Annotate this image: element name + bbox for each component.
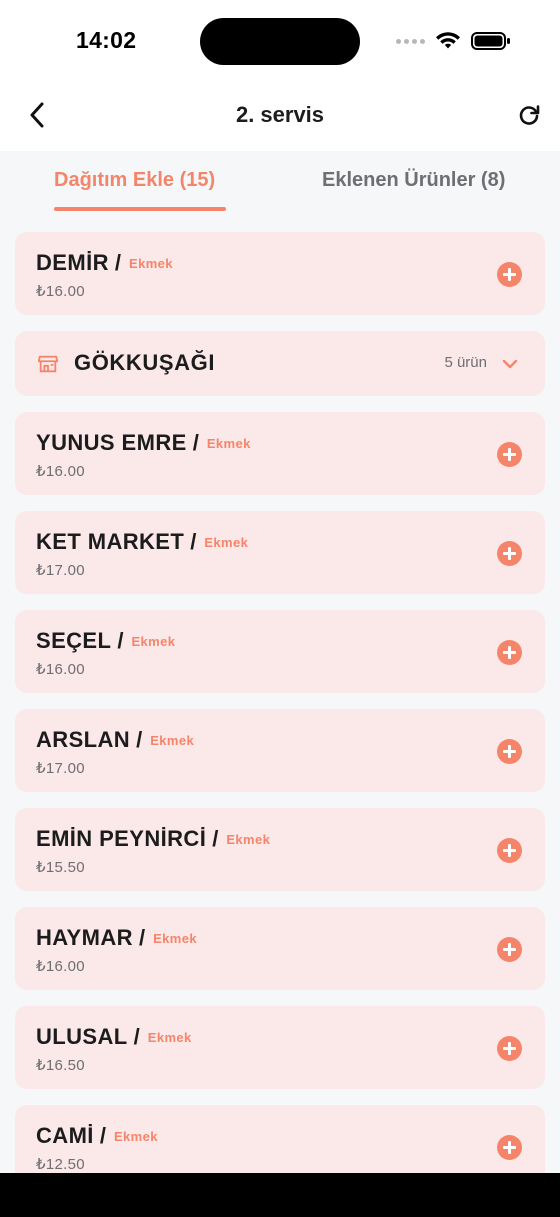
list-item[interactable]: ARSLAN / Ekmek ₺17.00 [15,709,545,792]
add-circle-icon[interactable] [497,739,522,764]
list-item[interactable]: DEMİR / Ekmek ₺16.00 [15,232,545,315]
battery-icon [471,32,510,50]
refresh-button[interactable] [514,99,544,131]
list-item[interactable]: SEÇEL / Ekmek ₺16.00 [15,610,545,693]
status-time: 14:02 [76,27,137,53]
page-title: 2. servis [235,102,325,127]
name-separator: / [117,628,124,653]
name-separator: / [192,430,199,455]
category-label: Ekmek [113,1129,158,1144]
customer-name: KET MARKET [36,529,185,554]
category-label: Ekmek [226,832,271,847]
category-label: Ekmek [129,256,173,271]
category-label: Ekmek [204,535,249,550]
add-circle-icon[interactable] [497,262,522,287]
list-item[interactable]: EMİN PEYNİRCİ / Ekmek ₺15.50 [15,808,545,891]
price-label: ₺16.00 [36,661,85,678]
category-label: Ekmek [150,733,195,748]
category-label: Ekmek [147,1030,192,1045]
navigation-bar: 2. servis [0,84,560,151]
group-name: GÖKKUŞAĞI [74,350,216,375]
tab-add-distribution[interactable]: Dağıtım Ekle (15) [54,169,215,192]
customer-name: SEÇEL [36,628,112,653]
price-label: ₺16.50 [36,1057,85,1074]
customer-name: CAMİ [36,1123,94,1148]
customer-name: DEMİR [36,250,109,275]
add-circle-icon[interactable] [497,838,522,863]
dynamic-island [200,18,360,65]
tab-bar: Dağıtım Ekle (15) Eklenen Ürünler (8) [0,151,560,213]
category-label: Ekmek [206,436,251,451]
category-label: Ekmek [131,634,176,649]
group-count: 5 ürün [444,354,487,371]
customer-list: DEMİR / Ekmek ₺16.00 GÖKKUŞAĞI 5 ürün YU… [15,232,545,1204]
status-bar: 14:02 [0,0,560,84]
active-tab-indicator [54,207,226,211]
name-separator: / [99,1123,106,1148]
name-separator: / [212,826,219,851]
price-label: ₺12.50 [36,1156,85,1173]
group-item-gokkusagi[interactable]: GÖKKUŞAĞI 5 ürün [15,331,545,396]
wifi-icon [436,32,460,49]
list-item[interactable]: ULUSAL / Ekmek ₺16.50 [15,1006,545,1089]
name-separator: / [114,250,122,275]
home-indicator-bar [0,1173,560,1217]
price-label: ₺16.00 [36,283,85,300]
price-label: ₺15.50 [36,859,85,876]
name-separator: / [138,925,146,950]
status-icons [396,30,511,52]
customer-name: ULUSAL [36,1024,128,1049]
name-separator: / [133,1024,140,1049]
customer-name: ARSLAN [36,727,131,752]
add-circle-icon[interactable] [497,1036,522,1061]
add-circle-icon[interactable] [497,541,522,566]
add-circle-icon[interactable] [497,937,522,962]
add-circle-icon[interactable] [497,640,522,665]
customer-name: YUNUS EMRE [36,430,187,455]
price-label: ₺17.00 [36,760,85,777]
app-screen: 14:02 2. servis Dağıtım Ekle (15) Eklene… [0,0,560,1217]
store-icon [37,355,59,373]
list-item[interactable]: KET MARKET / Ekmek ₺17.00 [15,511,545,594]
name-separator: / [136,727,143,752]
add-circle-icon[interactable] [497,442,522,467]
list-item[interactable]: YUNUS EMRE / Ekmek ₺16.00 [15,412,545,495]
list-item[interactable]: HAYMAR / Ekmek ₺16.00 [15,907,545,990]
customer-name: HAYMAR [36,925,133,950]
tab-added-products[interactable]: Eklenen Ürünler (8) [322,169,505,192]
name-separator: / [190,529,197,554]
chevron-down-icon [502,359,518,369]
add-circle-icon[interactable] [497,1135,522,1160]
price-label: ₺17.00 [36,562,85,579]
category-label: Ekmek [153,931,197,946]
refresh-icon [519,105,540,125]
cellular-signal-icon [396,38,425,44]
price-label: ₺16.00 [36,463,85,480]
price-label: ₺16.00 [36,958,85,975]
customer-name: EMİN PEYNİRCİ [36,826,207,851]
